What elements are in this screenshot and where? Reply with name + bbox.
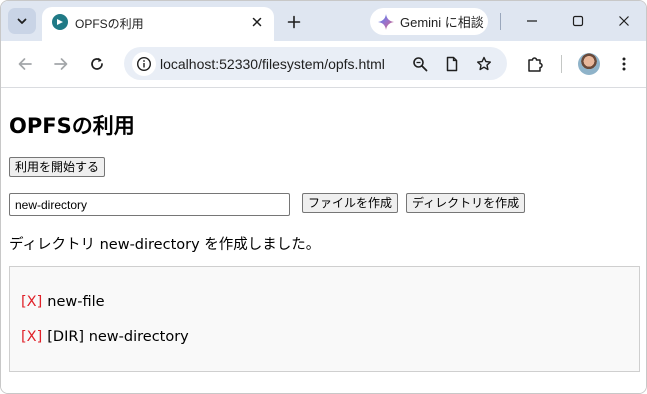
delete-link[interactable]: [X] (21, 329, 42, 345)
address-bar[interactable]: localhost:52330/filesystem/opfs.html (124, 47, 507, 80)
gemini-label: Gemini に相談 (400, 15, 484, 30)
entry-name: [DIR] new-directory (47, 329, 189, 345)
browser-window: OPFSの利用 Gemini に相談 localhost:52330/files… (0, 0, 647, 394)
tab-search-button[interactable] (8, 8, 36, 34)
document-icon (446, 56, 458, 72)
reload-button[interactable] (83, 50, 111, 78)
profile-avatar[interactable] (578, 53, 600, 75)
new-tab-button[interactable] (283, 11, 305, 33)
divider (561, 55, 562, 73)
forward-button[interactable] (47, 50, 75, 78)
bookmark-button[interactable] (472, 52, 496, 76)
create-file-button[interactable]: ファイルを作成 (302, 193, 399, 213)
gemini-button[interactable]: Gemini に相談 (370, 8, 488, 35)
tab-close-button[interactable] (248, 13, 266, 31)
arrow-right-icon (54, 58, 68, 70)
status-message: ディレクトリ new-directory を作成しました。 (9, 237, 321, 253)
tab-title: OPFSの利用 (75, 17, 144, 31)
list-item: [X] new-file (21, 294, 105, 310)
maximize-icon (572, 15, 584, 27)
url-text[interactable]: localhost:52330/filesystem/opfs.html (160, 56, 385, 72)
back-button[interactable] (11, 50, 39, 78)
close-icon (252, 17, 262, 27)
arrow-left-icon (18, 58, 32, 70)
close-icon (619, 16, 629, 26)
gemini-sparkle-icon (378, 13, 394, 30)
info-icon (136, 56, 152, 72)
chevron-down-icon (17, 18, 27, 24)
zoom-button[interactable] (408, 52, 432, 76)
more-vert-icon (622, 57, 626, 71)
plus-icon (287, 15, 301, 29)
page-content: OPFSの利用 利用を開始する ファイルを作成 ディレクトリを作成 ディレクトリ… (1, 88, 646, 393)
zoom-icon (413, 57, 428, 72)
extensions-button[interactable] (521, 50, 549, 78)
favicon-icon (52, 14, 68, 30)
star-icon (477, 56, 491, 71)
tab-strip: OPFSの利用 Gemini に相談 (1, 1, 646, 41)
puzzle-icon (528, 57, 543, 72)
reload-icon (91, 57, 103, 70)
browser-toolbar: localhost:52330/filesystem/opfs.html (1, 41, 646, 88)
file-list: [X] new-file [X] [DIR] new-directory (9, 266, 640, 372)
name-input[interactable] (9, 193, 290, 216)
maximize-button[interactable] (558, 7, 598, 35)
delete-link[interactable]: [X] (21, 294, 42, 310)
minimize-button[interactable] (512, 7, 552, 35)
window-close-button[interactable] (604, 7, 644, 35)
start-button[interactable]: 利用を開始する (9, 157, 106, 177)
page-title: OPFSの利用 (9, 114, 135, 138)
divider (500, 13, 501, 30)
minimize-icon (527, 20, 537, 22)
page-info-button[interactable] (440, 52, 464, 76)
create-directory-button[interactable]: ディレクトリを作成 (406, 193, 526, 213)
menu-button[interactable] (610, 50, 638, 78)
tab-active[interactable]: OPFSの利用 (42, 7, 274, 41)
list-item: [X] [DIR] new-directory (21, 329, 189, 345)
site-info-button[interactable] (132, 52, 156, 76)
entry-name: new-file (47, 294, 105, 310)
